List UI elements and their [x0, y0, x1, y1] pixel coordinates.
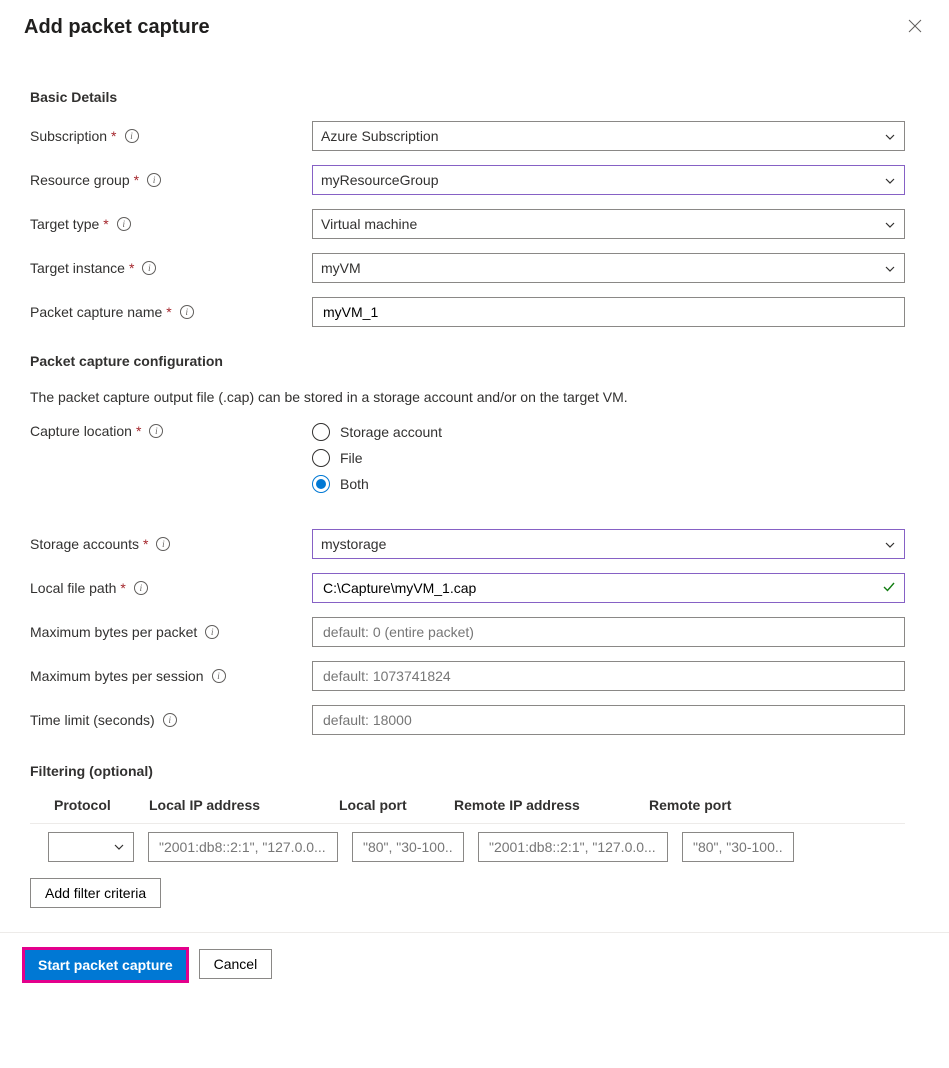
chevron-down-icon [884, 538, 896, 550]
start-packet-capture-button[interactable]: Start packet capture [24, 949, 187, 981]
info-icon[interactable]: i [147, 173, 161, 187]
max-bytes-packet-input[interactable] [312, 617, 905, 647]
info-icon[interactable]: i [142, 261, 156, 275]
filter-protocol-select[interactable] [48, 832, 134, 862]
packet-capture-name-input[interactable] [312, 297, 905, 327]
local-file-path-input[interactable] [312, 573, 905, 603]
filter-local-port-input[interactable] [352, 832, 464, 862]
target-instance-label: Target instance* i [30, 260, 312, 276]
chevron-down-icon [884, 262, 896, 274]
cancel-button[interactable]: Cancel [199, 949, 273, 979]
info-icon[interactable]: i [117, 217, 131, 231]
info-icon[interactable]: i [212, 669, 226, 683]
max-bytes-session-input[interactable] [312, 661, 905, 691]
info-icon[interactable]: i [163, 713, 177, 727]
capture-location-radio-both[interactable]: Both [312, 475, 905, 493]
storage-accounts-select[interactable]: mystorage [312, 529, 905, 559]
filter-head-local-ip: Local IP address [149, 797, 339, 813]
filter-head-remote-ip: Remote IP address [454, 797, 649, 813]
time-limit-input[interactable] [312, 705, 905, 735]
max-bytes-packet-label: Maximum bytes per packet i [30, 624, 312, 640]
target-type-select[interactable]: Virtual machine [312, 209, 905, 239]
info-icon[interactable]: i [149, 424, 163, 438]
info-icon[interactable]: i [134, 581, 148, 595]
chevron-down-icon [884, 218, 896, 230]
info-icon[interactable]: i [205, 625, 219, 639]
close-icon[interactable] [907, 18, 923, 34]
storage-accounts-label: Storage accounts* i [30, 536, 312, 552]
target-instance-select[interactable]: myVM [312, 253, 905, 283]
resource-group-select[interactable]: myResourceGroup [312, 165, 905, 195]
packet-capture-name-label: Packet capture name* i [30, 304, 312, 320]
section-basic-details: Basic Details [30, 89, 905, 105]
section-config: Packet capture configuration [30, 353, 905, 369]
capture-location-radio-file[interactable]: File [312, 449, 905, 467]
info-icon[interactable]: i [180, 305, 194, 319]
filter-head-remote-port: Remote port [649, 797, 764, 813]
section-filtering: Filtering (optional) [30, 763, 905, 779]
filter-grid: Protocol Local IP address Local port Rem… [30, 797, 905, 908]
config-description: The packet capture output file (.cap) ca… [30, 389, 905, 405]
capture-location-label: Capture location* i [30, 423, 312, 439]
checkmark-icon [882, 580, 896, 597]
filter-local-ip-input[interactable] [148, 832, 338, 862]
subscription-label: Subscription* i [30, 128, 312, 144]
time-limit-label: Time limit (seconds) i [30, 712, 312, 728]
chevron-down-icon [884, 174, 896, 186]
filter-remote-port-input[interactable] [682, 832, 794, 862]
info-icon[interactable]: i [156, 537, 170, 551]
capture-location-radio-storage[interactable]: Storage account [312, 423, 905, 441]
subscription-select[interactable]: Azure Subscription [312, 121, 905, 151]
max-bytes-session-label: Maximum bytes per session i [30, 668, 312, 684]
target-type-label: Target type* i [30, 216, 312, 232]
info-icon[interactable]: i [125, 129, 139, 143]
chevron-down-icon [884, 130, 896, 142]
local-file-path-label: Local file path* i [30, 580, 312, 596]
chevron-down-icon [113, 841, 125, 853]
filter-head-protocol: Protocol [54, 797, 149, 813]
resource-group-label: Resource group* i [30, 172, 312, 188]
filter-head-local-port: Local port [339, 797, 454, 813]
add-filter-criteria-button[interactable]: Add filter criteria [30, 878, 161, 908]
filter-remote-ip-input[interactable] [478, 832, 668, 862]
panel-title: Add packet capture [24, 16, 925, 39]
